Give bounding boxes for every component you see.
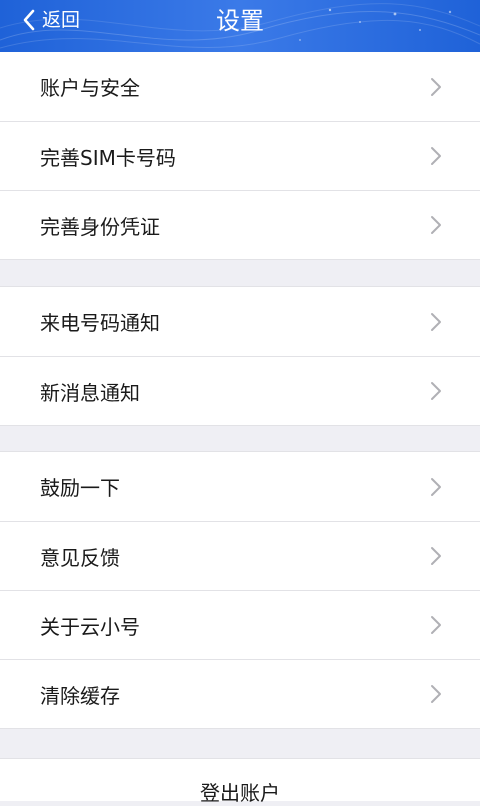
settings-group-misc: 鼓励一下 意见反馈 关于云小号 清除缓存: [0, 451, 480, 729]
settings-item-about[interactable]: 关于云小号: [0, 590, 480, 659]
chevron-right-icon: [431, 216, 441, 234]
chevron-right-icon: [431, 77, 441, 96]
settings-item-clear-cache[interactable]: 清除缓存: [0, 659, 480, 728]
nav-bar: 返回 设置: [0, 0, 480, 58]
chevron-right-icon: [431, 547, 441, 565]
settings-item-sim-number[interactable]: 完善SIM卡号码: [0, 121, 480, 190]
settings-item-account-security[interactable]: 账户与安全: [0, 52, 480, 121]
logout-button[interactable]: 登出账户: [0, 758, 480, 805]
chevron-right-icon: [431, 382, 441, 400]
chevron-right-icon: [431, 147, 441, 165]
settings-item-label: 关于云小号: [40, 614, 140, 639]
settings-item-label: 新消息通知: [40, 380, 140, 405]
settings-item-label: 账户与安全: [40, 76, 140, 100]
settings-item-label: 意见反馈: [40, 545, 120, 570]
chevron-right-icon: [431, 312, 441, 331]
chevron-right-icon: [431, 616, 441, 634]
settings-item-label: 鼓励一下: [40, 476, 120, 500]
settings-group-notifications: 来电号码通知 新消息通知: [0, 286, 480, 426]
page-title: 设置: [216, 7, 264, 35]
settings-item-caller-notification[interactable]: 来电号码通知: [0, 287, 480, 356]
settings-item-encourage[interactable]: 鼓励一下: [0, 452, 480, 521]
settings-item-message-notification[interactable]: 新消息通知: [0, 356, 480, 425]
logout-label: 登出账户: [200, 781, 280, 805]
settings-item-label: 完善身份凭证: [40, 214, 160, 239]
chevron-right-icon: [431, 685, 441, 703]
settings-item-feedback[interactable]: 意见反馈: [0, 521, 480, 590]
settings-group-account: 账户与安全 完善SIM卡号码 完善身份凭证: [0, 52, 480, 260]
settings-item-label: 完善SIM卡号码: [40, 145, 176, 170]
chevron-right-icon: [431, 477, 441, 496]
settings-item-label: 清除缓存: [40, 683, 120, 708]
settings-item-identity[interactable]: 完善身份凭证: [0, 190, 480, 259]
settings-item-label: 来电号码通知: [40, 311, 160, 335]
